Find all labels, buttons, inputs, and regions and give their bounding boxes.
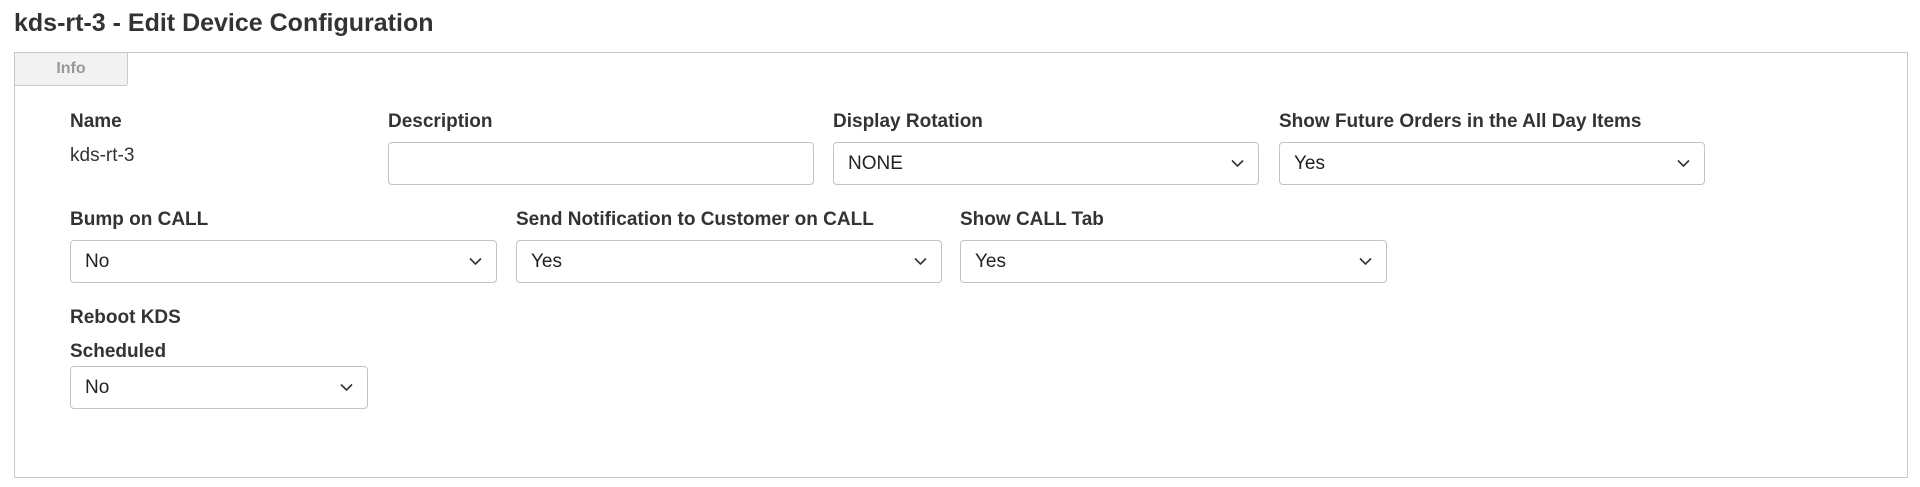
chevron-down-icon xyxy=(1358,255,1372,269)
show-call-tab-select[interactable]: Yes xyxy=(960,240,1387,283)
show-future-orders-select[interactable]: Yes xyxy=(1279,142,1705,185)
show-future-orders-label: Show Future Orders in the All Day Items xyxy=(1279,111,1642,132)
bump-on-call-label: Bump on CALL xyxy=(70,209,209,230)
show-call-tab-value: Yes xyxy=(975,250,1006,272)
description-label: Description xyxy=(388,111,493,132)
chevron-down-icon xyxy=(339,381,353,395)
description-input[interactable] xyxy=(388,142,814,185)
reboot-kds-label: Reboot KDS xyxy=(70,307,181,328)
bump-on-call-value: No xyxy=(85,250,110,272)
scheduled-label: Scheduled xyxy=(70,341,167,362)
bump-on-call-select[interactable]: No xyxy=(70,240,497,283)
display-rotation-label: Display Rotation xyxy=(833,111,983,132)
show-future-orders-value: Yes xyxy=(1294,152,1325,174)
chevron-down-icon xyxy=(913,255,927,269)
send-notification-value: Yes xyxy=(531,250,562,272)
send-notification-label: Send Notification to Customer on CALL xyxy=(516,209,874,230)
show-call-tab-label: Show CALL Tab xyxy=(960,209,1104,230)
chevron-down-icon xyxy=(468,255,482,269)
scheduled-select[interactable]: No xyxy=(70,366,368,409)
name-label: Name xyxy=(70,111,122,132)
display-rotation-value: NONE xyxy=(848,152,903,174)
send-notification-select[interactable]: Yes xyxy=(516,240,942,283)
device-config-panel: Info Name kds-rt-3 Description Display R… xyxy=(14,52,1908,478)
tab-info[interactable]: Info xyxy=(15,53,128,86)
chevron-down-icon xyxy=(1230,157,1244,171)
page-title: kds-rt-3 - Edit Device Configuration xyxy=(14,9,434,37)
name-value: kds-rt-3 xyxy=(70,145,135,166)
chevron-down-icon xyxy=(1676,157,1690,171)
display-rotation-select[interactable]: NONE xyxy=(833,142,1259,185)
scheduled-value: No xyxy=(85,376,110,398)
